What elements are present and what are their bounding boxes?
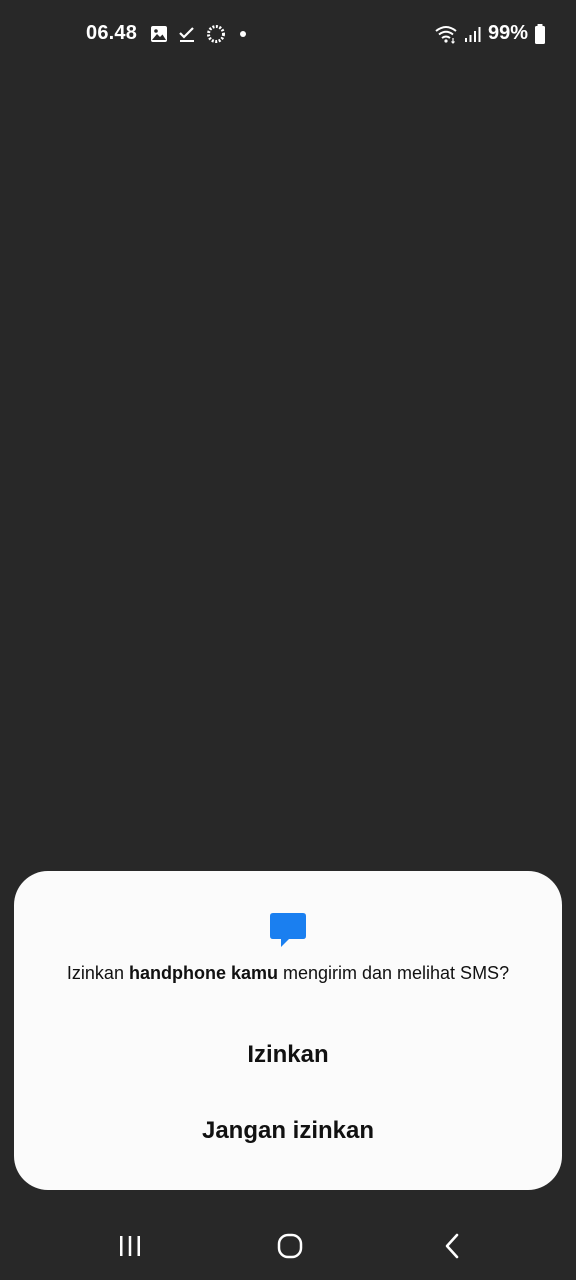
home-button[interactable] — [268, 1228, 312, 1264]
status-time: 06.48 — [86, 22, 138, 44]
battery-percent: 99% — [487, 22, 528, 44]
dot-icon — [236, 27, 250, 41]
dialog-message: Izinkan handphone kamu mengirim dan meli… — [14, 963, 562, 984]
checkmark-icon — [178, 25, 196, 43]
recents-button[interactable] — [108, 1228, 152, 1264]
back-button[interactable] — [430, 1228, 474, 1264]
back-icon — [442, 1232, 462, 1260]
message-app-name: handphone kamu — [128, 963, 278, 983]
allow-button[interactable]: Izinkan — [14, 1026, 562, 1084]
screen: 06.48 99% Izinkan handphone kamu mengiri… — [0, 0, 576, 1280]
recents-icon — [117, 1234, 143, 1258]
wifi-icon — [434, 24, 458, 44]
status-icons-right: 99% — [434, 22, 546, 45]
gallery-icon — [150, 25, 168, 43]
message-icon — [269, 911, 307, 949]
signal-icon — [464, 25, 482, 43]
deny-button[interactable]: Jangan izinkan — [14, 1102, 562, 1160]
status-bar: 06.48 99% — [0, 0, 576, 70]
battery-icon — [534, 23, 546, 44]
message-prefix: Izinkan — [66, 963, 129, 983]
status-icons-left — [150, 24, 250, 44]
navigation-bar — [0, 1210, 576, 1280]
sync-icon — [206, 24, 226, 44]
message-suffix: mengirim dan melihat SMS? — [277, 963, 510, 983]
permission-dialog: Izinkan handphone kamu mengirim dan meli… — [14, 871, 562, 1190]
home-icon — [276, 1232, 304, 1260]
